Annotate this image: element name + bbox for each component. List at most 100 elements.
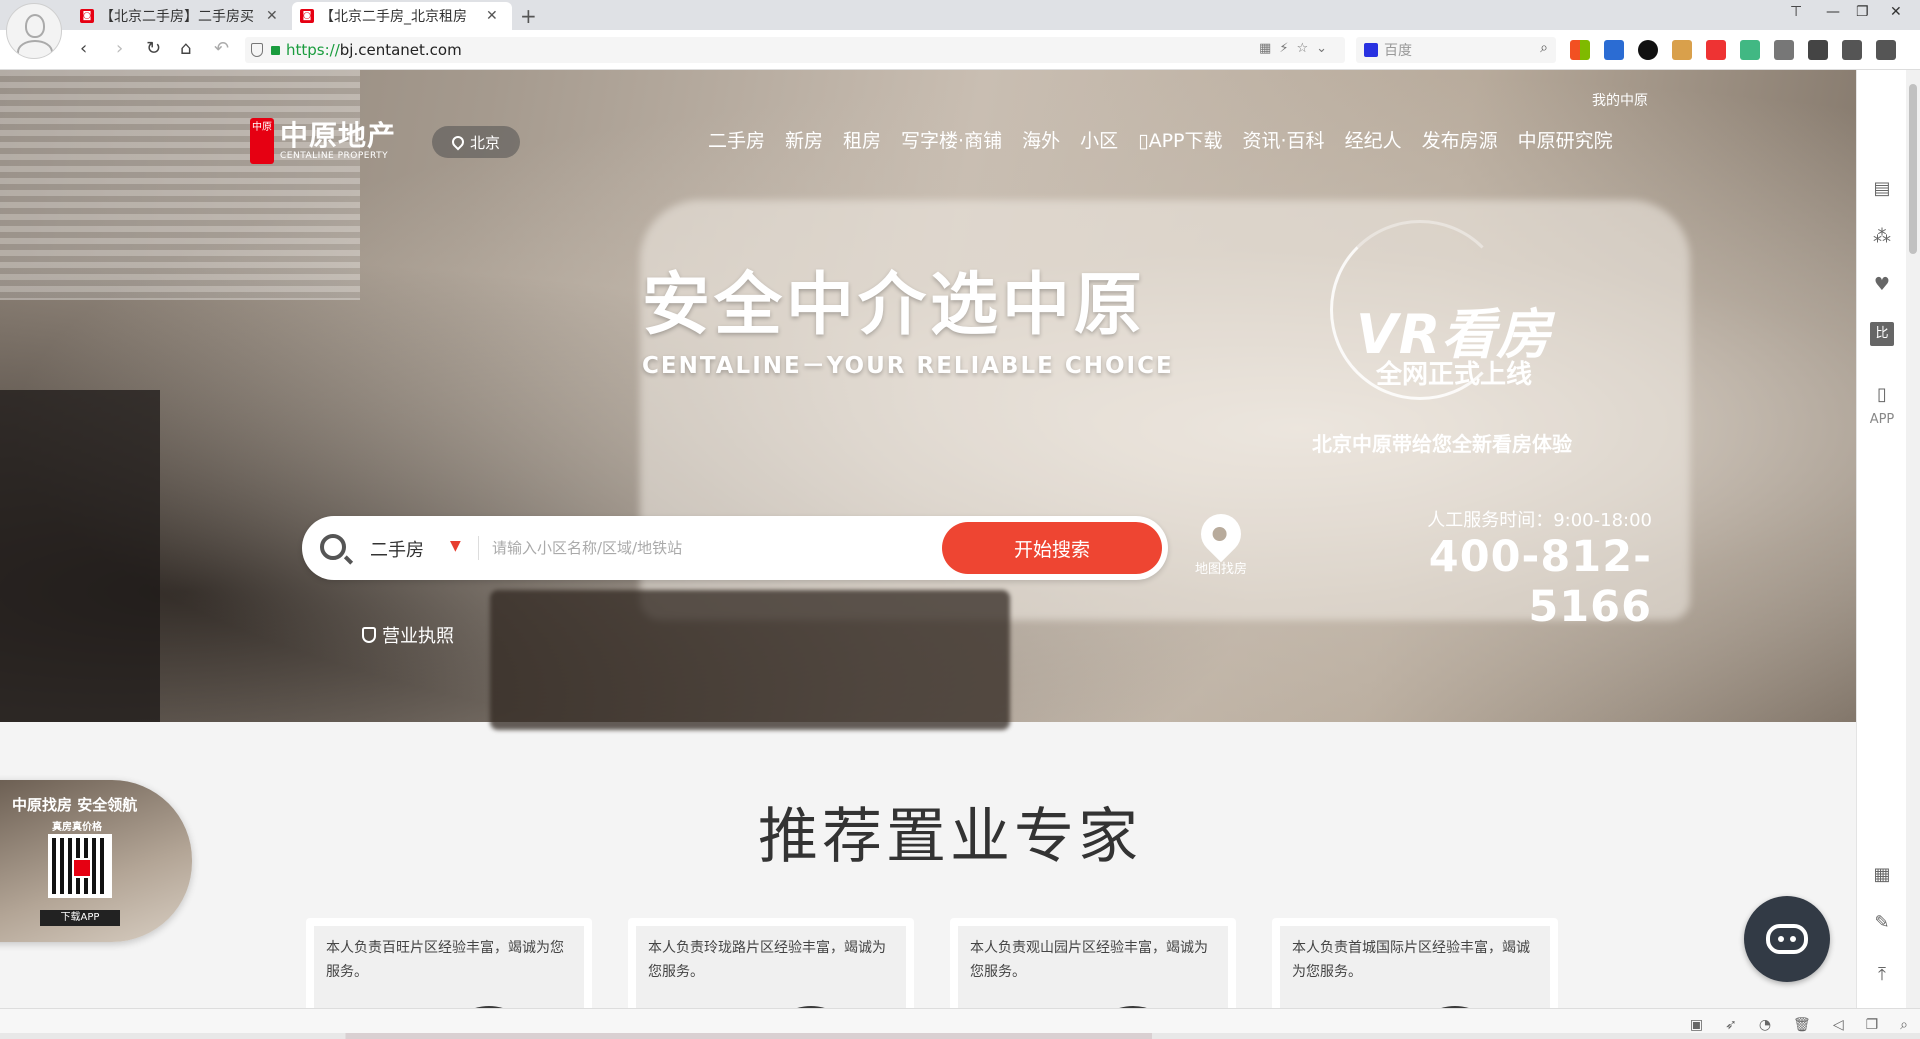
expert-card[interactable]: 本人负责百旺片区经验丰富，竭诚为您服务。 — [306, 918, 592, 1008]
shirt-skin-icon[interactable]: ⊤ — [1790, 4, 1802, 20]
qr-download-label: 下载APP — [40, 910, 120, 926]
volume-icon[interactable]: ◁ — [1833, 1017, 1844, 1033]
search-engine-label: 百度 — [1384, 43, 1412, 59]
menu-icon[interactable] — [1876, 40, 1896, 60]
page-scrollbar[interactable] — [1906, 70, 1920, 1008]
chat-bot-button[interactable] — [1744, 896, 1830, 982]
business-license-link[interactable]: 营业执照 — [362, 622, 454, 648]
clipboard-icon[interactable]: ▤ — [1870, 178, 1894, 202]
new-tab-button[interactable]: + — [520, 4, 537, 28]
start-search-button[interactable]: 开始搜索 — [942, 522, 1162, 574]
heart-icon[interactable]: ♥ — [1870, 274, 1894, 298]
reload-icon[interactable]: ↻ — [146, 38, 161, 59]
back-icon[interactable]: ‹ — [80, 38, 87, 59]
trash-icon[interactable]: 🗑 — [1793, 1017, 1811, 1033]
nav-item[interactable]: 新房 — [785, 126, 823, 153]
slogan-title: 安全中介选中原 — [642, 266, 1147, 345]
nav-item[interactable]: 写字楼·商铺 — [901, 126, 1002, 153]
profile-avatar[interactable] — [6, 3, 62, 59]
page-content: 中原 中原地产 CENTALINE PROPERTY 北京 我的中原 二手房 新… — [0, 70, 1856, 1008]
hero-shelf — [0, 390, 160, 722]
scissors-icon[interactable] — [1774, 40, 1794, 60]
vue-icon[interactable] — [1740, 40, 1760, 60]
forward-icon[interactable]: › — [116, 38, 123, 59]
my-centaline-link[interactable]: 我的中原 — [1592, 90, 1648, 110]
restore-icon[interactable]: ❐ — [1856, 4, 1869, 20]
site-favicon-icon: ◙ — [300, 9, 314, 23]
minimize-icon[interactable]: — — [1826, 4, 1840, 20]
undo-icon[interactable]: ↶ — [214, 38, 229, 59]
home-icon[interactable]: ⌂ — [180, 38, 191, 59]
map-search-label: 地图找房 — [1194, 562, 1247, 577]
phone-app-icon[interactable]: ▯ — [1870, 384, 1894, 408]
search-type-select[interactable]: 二手房 — [370, 536, 424, 562]
speed-icon[interactable]: ◔ — [1759, 1017, 1771, 1033]
browser-search-box[interactable]: 百度 ⌕ — [1356, 37, 1556, 63]
baidu-icon — [1364, 43, 1378, 57]
expert-card[interactable]: 本人负责玲珑路片区经验丰富，竭诚为您服务。 — [628, 918, 914, 1008]
nav-item[interactable]: 二手房 — [708, 126, 765, 153]
tab-label: 【北京二手房】二手房买 — [100, 9, 254, 25]
expert-card[interactable]: 本人负责首城国际片区经验丰富，竭诚为您服务。 — [1272, 918, 1558, 1008]
service-hours: 人工服务时间：9:00-18:00 — [1427, 510, 1652, 531]
expert-card[interactable]: 本人负责观山园片区经验丰富，竭诚为您服务。 — [950, 918, 1236, 1008]
search-icon — [320, 534, 346, 560]
expert-cards: 本人负责百旺片区经验丰富，竭诚为您服务。 本人负责玲珑路片区经验丰富，竭诚为您服… — [306, 918, 1558, 1008]
nav-item[interactable]: 海外 — [1022, 126, 1060, 153]
nav-item[interactable]: 发布房源 — [1422, 126, 1498, 153]
browser-tab[interactable]: ◙ 【北京二手房】二手房买 ✕ — [72, 2, 292, 30]
extension-icons — [1570, 40, 1896, 60]
record-icon[interactable] — [1638, 40, 1658, 60]
nav-item[interactable]: 经纪人 — [1345, 126, 1402, 153]
site-logo[interactable]: 中原 中原地产 CENTALINE PROPERTY — [250, 118, 396, 164]
app-label[interactable]: APP — [1857, 412, 1907, 427]
hero-table — [490, 590, 1010, 730]
battery-icon[interactable] — [1808, 40, 1828, 60]
calculator-icon[interactable]: ▦ — [1870, 864, 1894, 888]
nav-item[interactable]: 中原研究院 — [1518, 126, 1613, 153]
vr-badge[interactable]: VR看房 全网正式上线 — [1316, 220, 1656, 420]
zoom-icon[interactable]: ⌕ — [1900, 1017, 1908, 1033]
window-icon[interactable]: ❐ — [1866, 1017, 1879, 1033]
browser-status-bar: ▣ ➶ ◔ 🗑 ◁ ❐ ⌕ — [0, 1008, 1920, 1039]
image-icon[interactable]: ▣ — [1690, 1017, 1703, 1033]
chevron-down-icon[interactable]: ▼ — [450, 538, 461, 554]
tab-label: 【北京二手房_北京租房 — [320, 9, 467, 25]
expert-desc: 本人负责首城国际片区经验丰富，竭诚为您服务。 — [1292, 940, 1530, 980]
slogan-english: CENTALINE－YOUR RELIABLE CHOICE — [642, 353, 1174, 379]
expert-desc: 本人负责玲珑路片区经验丰富，竭诚为您服务。 — [648, 940, 886, 980]
close-window-icon[interactable]: ✕ — [1890, 4, 1902, 20]
logo-seal: 中原 — [250, 118, 274, 164]
vr-subtitle: 全网正式上线 — [1376, 360, 1533, 390]
pen-icon[interactable] — [1672, 40, 1692, 60]
search-input[interactable] — [492, 532, 912, 564]
footprints-icon[interactable]: ⁂ — [1870, 226, 1894, 250]
tab-close-icon[interactable]: ✕ — [266, 8, 278, 24]
translate-icon[interactable] — [1604, 40, 1624, 60]
rocket-icon[interactable]: ➶ — [1725, 1017, 1737, 1033]
hero-banner: 中原 中原地产 CENTALINE PROPERTY 北京 我的中原 二手房 新… — [0, 70, 1856, 730]
search-icon[interactable]: ⌕ — [1540, 40, 1548, 56]
property-search-bar: 二手房 ▼ 开始搜索 — [302, 516, 1168, 580]
download-icon[interactable] — [1842, 40, 1862, 60]
url-actions[interactable]: ▦⚡☆⌄ — [1259, 41, 1335, 56]
map-search-link[interactable]: 地图找房 — [1188, 505, 1254, 577]
scrollbar-thumb[interactable] — [1909, 84, 1917, 254]
compare-icon[interactable]: 比 — [1870, 322, 1894, 346]
browser-tab-active[interactable]: ◙ 【北京二手房_北京租房 ✕ — [292, 2, 512, 30]
section-title: 推荐置业专家 — [758, 802, 1142, 872]
edit-pencil-icon[interactable]: ✎ — [1870, 912, 1894, 936]
city-selector[interactable]: 北京 — [432, 126, 520, 158]
windows-icon[interactable] — [1570, 40, 1590, 60]
back-to-top-icon[interactable]: ⤒ — [1870, 964, 1894, 988]
url-field[interactable]: https://bj.centanet.com ▦⚡☆⌄ — [245, 37, 1345, 63]
nav-item[interactable]: 小区 — [1080, 126, 1118, 153]
address-bar-row: ‹ › ↻ ⌂ ↶ https://bj.centanet.com ▦⚡☆⌄ 百… — [0, 30, 1920, 70]
fe-icon[interactable] — [1706, 40, 1726, 60]
map-pin-icon — [1192, 505, 1250, 563]
nav-item[interactable]: 租房 — [843, 126, 881, 153]
tab-close-icon[interactable]: ✕ — [486, 8, 498, 24]
nav-item-app[interactable]: ▯APP下载 — [1138, 126, 1222, 153]
nav-item[interactable]: 资讯·百科 — [1243, 126, 1325, 153]
url-text: https://bj.centanet.com — [286, 41, 462, 59]
